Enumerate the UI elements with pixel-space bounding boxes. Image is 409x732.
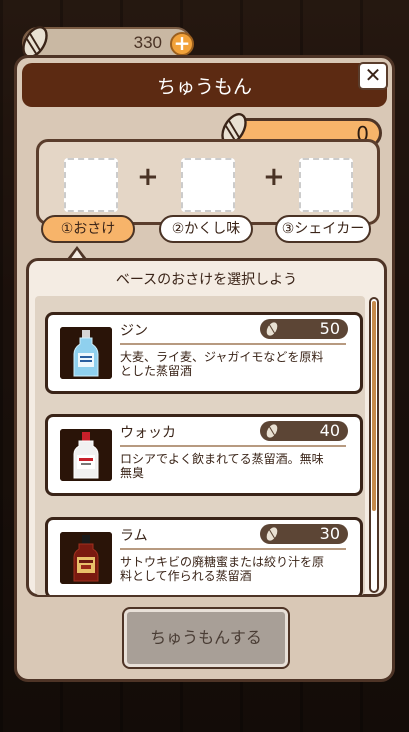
vodka-bottle-icon <box>60 429 112 481</box>
step-secret-ingredient[interactable]: ②かくし味 <box>159 215 253 243</box>
order-dialog: ちゅうもん ✕ 0 + + ①おさけ ②かくし味 ③シェイカー ベースのおさけを… <box>14 55 395 682</box>
item-divider <box>120 445 346 447</box>
seed-icon <box>266 527 278 541</box>
gin-bottle-icon <box>60 327 112 379</box>
dialog-header: ちゅうもん <box>22 63 387 107</box>
item-price-value: 40 <box>319 421 340 440</box>
list-prompt: ベースのおさけを選択しよう <box>115 272 298 288</box>
item-price-value: 30 <box>319 524 340 543</box>
step-liquor[interactable]: ①おさけ <box>41 215 135 243</box>
slot-secret-ingredient[interactable] <box>181 158 235 212</box>
liquor-list[interactable]: ジン 50 大麦、ライ麦、ジャガイモなどを原料とした蒸留酒 ウォッカ 40 ロシ… <box>35 296 365 595</box>
item-name: ラム <box>120 528 148 544</box>
item-price: 50 <box>260 319 348 339</box>
recipe-slots-box: + + <box>36 139 380 225</box>
liquor-list-panel: ベースのおさけを選択しよう ジン 50 大麦、ライ麦、ジャガイモなどを原料とした… <box>26 258 387 597</box>
liquor-item-rum[interactable]: ラム 30 サトウキビの廃糖蜜または絞り汁を原料として作られる蒸留酒 <box>45 517 363 595</box>
item-description: 大麦、ライ麦、ジャガイモなどを原料とした蒸留酒 <box>120 350 324 378</box>
order-button[interactable]: ちゅうもんする <box>122 607 290 669</box>
plus-sign: + <box>137 162 159 192</box>
add-currency-button[interactable]: + <box>170 32 194 56</box>
item-description: ロシアでよく飲まれてる蒸留酒。無味無臭 <box>120 452 324 480</box>
slot-shaker[interactable] <box>299 158 353 212</box>
item-name: ウォッカ <box>120 425 176 441</box>
item-price: 40 <box>260 421 348 441</box>
item-divider <box>120 343 346 345</box>
item-price: 30 <box>260 524 348 544</box>
dialog-title: ちゅうもん <box>156 76 252 98</box>
step-shaker[interactable]: ③シェイカー <box>275 215 371 243</box>
liquor-item-gin[interactable]: ジン 50 大麦、ライ麦、ジャガイモなどを原料とした蒸留酒 <box>45 312 363 394</box>
item-divider <box>120 548 346 550</box>
slot-liquor[interactable] <box>64 158 118 212</box>
list-scrollbar[interactable] <box>369 297 379 593</box>
seed-icon <box>266 424 278 438</box>
scroll-thumb[interactable] <box>372 301 376 511</box>
item-name: ジン <box>120 323 148 339</box>
currency-amount: 330 <box>133 33 162 52</box>
liquor-item-vodka[interactable]: ウォッカ 40 ロシアでよく飲まれてる蒸留酒。無味無臭 <box>45 414 363 496</box>
plus-sign: + <box>263 162 285 192</box>
item-price-value: 50 <box>319 319 340 338</box>
item-description: サトウキビの廃糖蜜または絞り汁を原料として作られる蒸留酒 <box>120 555 325 583</box>
close-button[interactable]: ✕ <box>358 62 388 90</box>
rum-bottle-icon <box>60 532 112 584</box>
seed-icon <box>266 322 278 336</box>
